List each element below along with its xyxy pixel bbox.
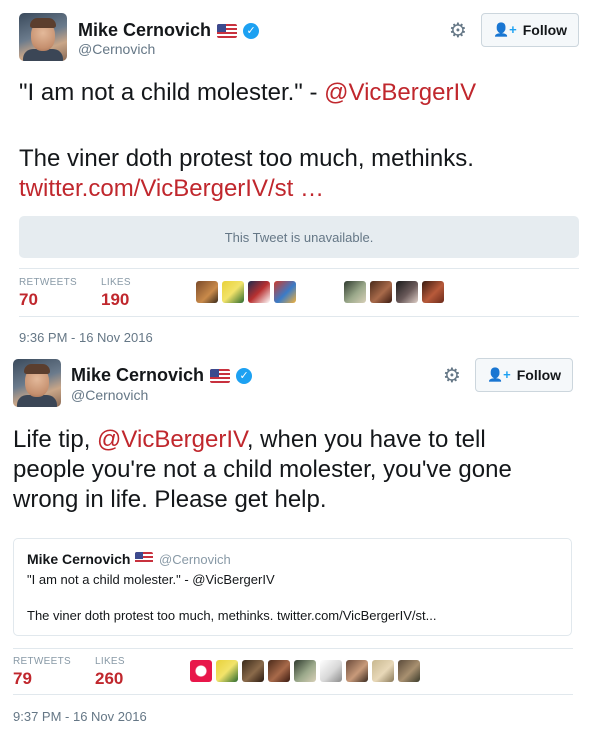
liker-avatar[interactable] (346, 660, 368, 682)
liker-avatar[interactable] (268, 660, 290, 682)
author-name[interactable]: Mike Cernovich (78, 20, 211, 41)
avatar-gap (300, 281, 322, 303)
follow-label: Follow (516, 367, 562, 383)
author-name[interactable]: Mike Cernovich (71, 365, 204, 386)
tweet-text-line1: Life tip, @VicBergerIV, when you have to… (13, 425, 486, 455)
avatar[interactable] (19, 13, 67, 61)
author-handle[interactable]: @Cernovich (71, 387, 148, 403)
likes-label: LIKES (101, 277, 131, 288)
gear-icon[interactable]: ⚙ (442, 366, 462, 386)
liker-avatar[interactable] (372, 660, 394, 682)
likes-label: LIKES (95, 656, 125, 667)
divider (19, 316, 579, 317)
verified-badge-icon: ✓ (243, 22, 260, 39)
follow-person-plus-icon: 👤+ (486, 367, 511, 382)
avatar-gap (326, 281, 340, 303)
quoted-author-name: Mike Cernovich (27, 551, 131, 567)
author-handle[interactable]: @Cernovich (78, 41, 155, 57)
divider (13, 694, 573, 695)
liked-by-avatars (196, 281, 444, 303)
liker-avatar[interactable] (274, 281, 296, 303)
liker-avatar[interactable] (320, 660, 342, 682)
retweets-count[interactable]: 79 (13, 669, 32, 689)
quoted-tweet[interactable]: Mike Cernovich @Cernovich "I am not a ch… (13, 538, 572, 636)
tweet-text-suffix: , when you have to tell (246, 426, 486, 453)
liker-avatar[interactable] (396, 281, 418, 303)
tweet-url-link[interactable]: twitter.com/VicBergerIV/st … (19, 174, 324, 204)
follow-person-plus-icon: 👤+ (492, 22, 517, 37)
retweets-label: RETWEETS (19, 277, 77, 288)
liker-avatar[interactable] (422, 281, 444, 303)
tweet-text-prefix: Life tip, (13, 426, 98, 453)
tweet-text-line1: "I am not a child molester." - @VicBerge… (19, 78, 476, 108)
mention-link[interactable]: @VicBergerIV (97, 426, 247, 453)
mention-link[interactable]: @VicBergerIV (324, 79, 476, 106)
tweet-text-line2: The viner doth protest too much, methink… (19, 145, 474, 172)
liker-avatar[interactable] (196, 281, 218, 303)
verified-badge-icon: ✓ (236, 367, 253, 384)
quoted-text-line2: The viner doth protest too much, methink… (27, 608, 437, 623)
us-flag-icon (135, 552, 153, 564)
liker-avatar[interactable] (242, 660, 264, 682)
timestamp[interactable]: 9:37 PM - 16 Nov 2016 (13, 709, 147, 724)
author-name-row: Mike Cernovich ✓ (71, 365, 253, 386)
liker-avatar[interactable] (344, 281, 366, 303)
retweets-count[interactable]: 70 (19, 290, 38, 310)
quoted-author-handle: @Cernovich (159, 552, 231, 567)
tweet-text-line2: people you're not a child molester, you'… (13, 456, 512, 483)
unavailable-tweet-box: This Tweet is unavailable. (19, 216, 579, 258)
liker-avatar[interactable] (398, 660, 420, 682)
author-name-row: Mike Cernovich ✓ (78, 20, 260, 41)
us-flag-icon (210, 368, 231, 383)
tweet-1: Mike Cernovich ✓ @Cernovich ⚙ 👤+ Follow … (0, 0, 592, 350)
liker-avatar[interactable] (222, 281, 244, 303)
liker-avatar[interactable] (248, 281, 270, 303)
avatar[interactable] (13, 359, 61, 407)
liker-avatar[interactable] (294, 660, 316, 682)
gear-icon[interactable]: ⚙ (448, 21, 468, 41)
tweet-text-line3: wrong in life. Please get help. (13, 486, 327, 513)
likes-count[interactable]: 260 (95, 669, 123, 689)
divider (19, 268, 579, 269)
us-flag-icon (217, 23, 238, 38)
follow-button[interactable]: 👤+ Follow (475, 358, 573, 392)
follow-button[interactable]: 👤+ Follow (481, 13, 579, 47)
liked-by-avatars (190, 660, 420, 682)
unavailable-text: This Tweet is unavailable. (224, 229, 374, 245)
tweet-text-prefix: "I am not a child molester." - (19, 79, 325, 106)
likes-count[interactable]: 190 (101, 290, 129, 310)
divider (13, 648, 573, 649)
liker-avatar[interactable] (190, 660, 212, 682)
quoted-text-line1: "I am not a child molester." - @VicBerge… (27, 572, 275, 587)
liker-avatar[interactable] (370, 281, 392, 303)
timestamp[interactable]: 9:36 PM - 16 Nov 2016 (19, 330, 153, 345)
retweets-label: RETWEETS (13, 656, 71, 667)
liker-avatar[interactable] (216, 660, 238, 682)
follow-label: Follow (522, 22, 568, 38)
